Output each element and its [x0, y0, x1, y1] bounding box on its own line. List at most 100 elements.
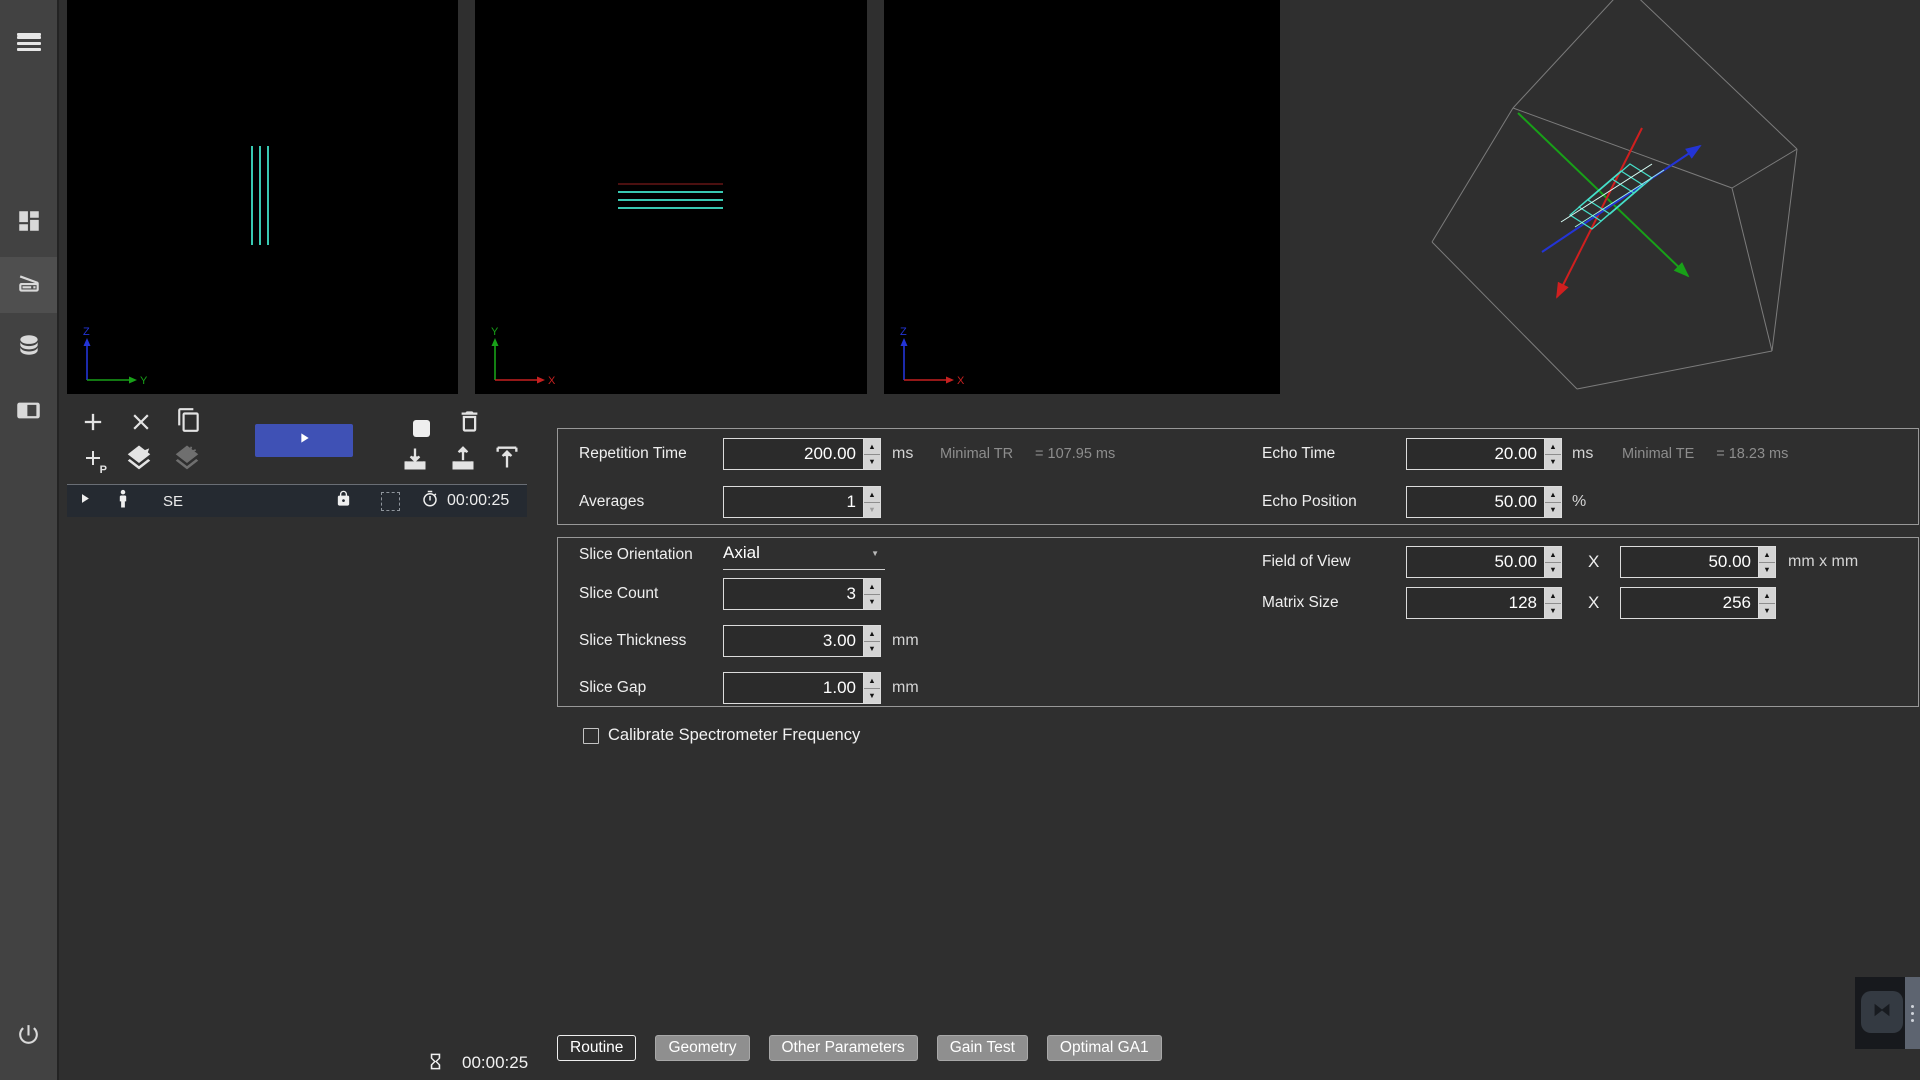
slice-orientation-select[interactable]: Axial ▼: [723, 540, 885, 570]
spin-down[interactable]: ▼: [1759, 604, 1775, 619]
sidebar-item-database[interactable]: [0, 319, 57, 375]
spin-up[interactable]: ▲: [1545, 439, 1561, 455]
database-icon: [16, 332, 42, 363]
corner-scrollbar[interactable]: [1905, 977, 1920, 1049]
matrix-size-label: Matrix Size: [1262, 586, 1339, 620]
tab-gain-test[interactable]: Gain Test: [937, 1035, 1028, 1061]
add-protocol-button[interactable]: P: [77, 444, 109, 476]
matrix-separator: X: [1588, 586, 1599, 620]
slice-count-input[interactable]: 3 ▲▼: [723, 578, 881, 610]
minimal-tr-text: Minimal TR= 107.95 ms: [940, 437, 1115, 471]
export-stack-button[interactable]: [123, 444, 155, 476]
download-icon: [401, 445, 429, 478]
field-of-view-x-input[interactable]: 50.00 ▲▼: [1406, 546, 1562, 578]
import-stack-button[interactable]: [171, 444, 203, 476]
download-button[interactable]: [399, 445, 431, 477]
trash-icon: [456, 408, 483, 440]
spin-up[interactable]: ▲: [1545, 547, 1561, 563]
axis-label-horizontal: X: [548, 375, 556, 387]
spin-up[interactable]: ▲: [1545, 588, 1561, 604]
parameter-tabs: Routine Geometry Other Parameters Gain T…: [557, 1035, 1162, 1061]
tab-routine[interactable]: Routine: [557, 1035, 636, 1061]
run-sequence-button[interactable]: [255, 424, 353, 457]
upload-icon: [449, 445, 477, 478]
spin-up[interactable]: ▲: [1545, 487, 1561, 503]
add-p-icon: P: [81, 446, 105, 475]
spin-down[interactable]: ▼: [1545, 604, 1561, 619]
tab-optimal-ga1[interactable]: Optimal GA1: [1047, 1035, 1162, 1061]
slice-thickness-input[interactable]: 3.00 ▲▼: [723, 625, 881, 657]
spin-down[interactable]: ▼: [864, 595, 880, 610]
slice-line: [618, 199, 723, 201]
close-x-icon: [128, 409, 154, 440]
add-button[interactable]: [77, 408, 109, 440]
menu-icon[interactable]: [0, 6, 57, 62]
delete-button[interactable]: [453, 408, 485, 440]
slice-gap-input[interactable]: 1.00 ▲▼: [723, 672, 881, 704]
field-of-view-y-input[interactable]: 50.00 ▲▼: [1620, 546, 1776, 578]
slice-line: [618, 191, 723, 193]
slice-thickness-unit: mm: [892, 624, 919, 658]
upload-button[interactable]: [447, 445, 479, 477]
spin-down[interactable]: ▼: [864, 455, 880, 470]
app-window: Z Y Y X Z X: [0, 0, 1920, 1080]
tab-geometry[interactable]: Geometry: [655, 1035, 749, 1061]
viewport-zy[interactable]: Z Y: [67, 0, 458, 394]
duration-indicator: [421, 485, 439, 517]
viewport-zx[interactable]: Z X: [884, 0, 1280, 394]
calibrate-frequency-checkbox[interactable]: [583, 728, 599, 744]
echo-position-label: Echo Position: [1262, 485, 1357, 519]
spin-down[interactable]: ▼: [864, 642, 880, 657]
spin-down[interactable]: ▼: [864, 503, 880, 518]
sequence-list-row[interactable]: SE 00:00:25: [67, 484, 527, 517]
spin-up[interactable]: ▲: [864, 439, 880, 455]
axis-label-vertical: Y: [491, 326, 499, 338]
upload-all-button[interactable]: [491, 443, 523, 475]
echo-position-input[interactable]: 50.00 ▲▼: [1406, 486, 1562, 518]
axis-label-horizontal: X: [957, 375, 965, 387]
scan-elapsed-time: 00:00:25: [462, 1053, 528, 1073]
spin-up[interactable]: ▲: [864, 487, 880, 503]
sequence-play-button[interactable]: [77, 485, 92, 517]
spin-up[interactable]: ▲: [864, 626, 880, 642]
sidebar-item-power[interactable]: [0, 1009, 57, 1065]
echo-time-input[interactable]: 20.00 ▲▼: [1406, 438, 1562, 470]
corner-flip-button[interactable]: [1861, 991, 1903, 1033]
spin-up[interactable]: ▲: [864, 579, 880, 595]
lock-button[interactable]: [335, 485, 352, 517]
viewport-yx[interactable]: Y X: [475, 0, 867, 394]
spin-down[interactable]: ▼: [1545, 455, 1561, 470]
viewport-3d[interactable]: [1280, 0, 1920, 420]
duplicate-button[interactable]: [173, 406, 205, 438]
spin-down[interactable]: ▼: [1545, 503, 1561, 518]
slice-gap-label: Slice Gap: [579, 671, 646, 705]
stop-button[interactable]: [405, 412, 437, 444]
field-of-view-label: Field of View: [1262, 545, 1350, 579]
calibrate-frequency-row: Calibrate Spectrometer Frequency: [583, 726, 860, 745]
repetition-time-input[interactable]: 200.00 ▲▼: [723, 438, 881, 470]
averages-input[interactable]: 1 ▲▼: [723, 486, 881, 518]
matrix-size-y-input[interactable]: 256 ▲▼: [1620, 587, 1776, 619]
spin-down[interactable]: ▼: [1545, 563, 1561, 578]
copy-icon: [176, 407, 202, 438]
sidebar-item-scanner[interactable]: [0, 257, 57, 313]
drag-dot: [1911, 1005, 1914, 1008]
sidebar-item-dashboard[interactable]: [0, 195, 57, 251]
echo-position-unit: %: [1572, 485, 1586, 519]
spin-down[interactable]: ▼: [1759, 563, 1775, 578]
selection-button[interactable]: [381, 485, 400, 517]
spin-up[interactable]: ▲: [864, 673, 880, 689]
tab-other-parameters[interactable]: Other Parameters: [769, 1035, 918, 1061]
spin-up[interactable]: ▲: [1759, 588, 1775, 604]
remove-button[interactable]: [125, 408, 157, 440]
spin-up[interactable]: ▲: [1759, 547, 1775, 563]
subject-button[interactable]: [115, 485, 131, 517]
slice-thickness-label: Slice Thickness: [579, 624, 686, 658]
spin-down[interactable]: ▼: [864, 689, 880, 704]
repetition-time-unit: ms: [892, 437, 913, 471]
fov-unit: mm x mm: [1788, 545, 1858, 579]
sidebar-item-protocols[interactable]: [0, 385, 57, 441]
stop-icon: [413, 420, 430, 437]
cube-wireframe: [1432, 0, 1797, 389]
matrix-size-x-input[interactable]: 128 ▲▼: [1406, 587, 1562, 619]
